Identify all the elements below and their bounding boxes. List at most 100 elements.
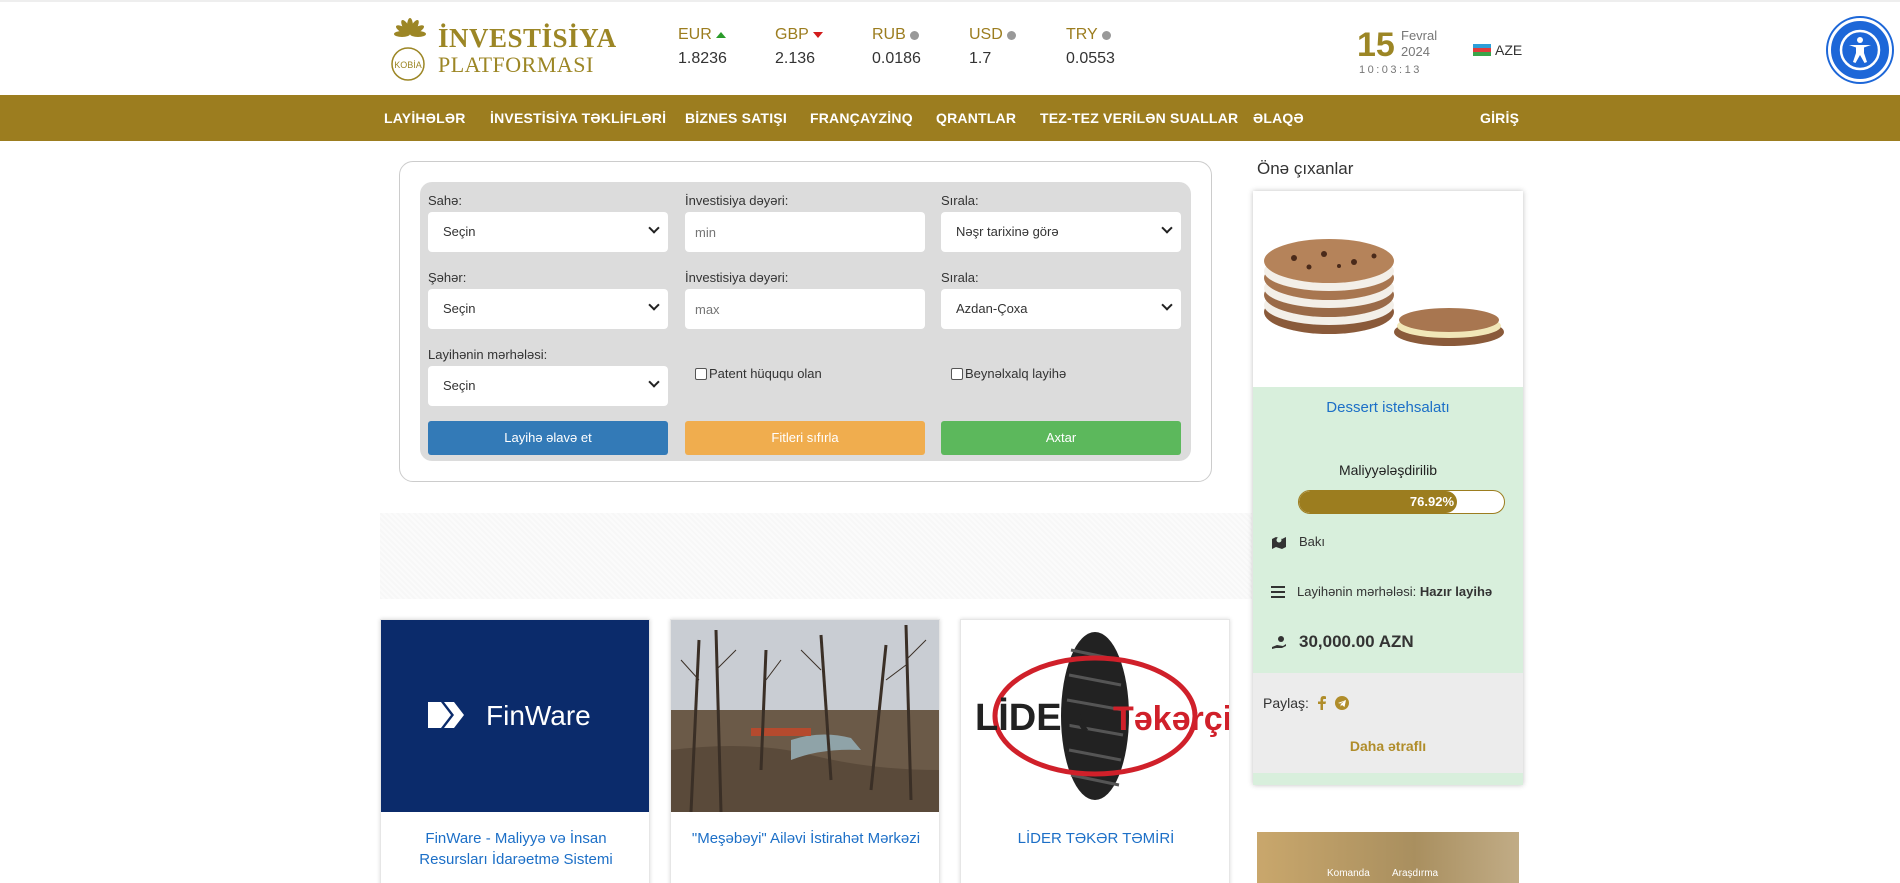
sort-order-select-value: Azdan-Çoxa — [956, 301, 1028, 316]
nav-item-projects[interactable]: LAYİHƏLƏR — [384, 95, 466, 141]
featured-footer-area — [1253, 673, 1523, 773]
logo-flower-icon: KOBİA — [388, 18, 432, 82]
project-card-lider[interactable]: LİDER Təkərçi LİDER TƏKƏR TƏMİRİ — [960, 619, 1230, 883]
logo-text: İNVESTİSİYA PLATFORMASI — [438, 22, 617, 76]
dessert-photo — [1254, 192, 1522, 386]
sort1-label: Sırala: — [941, 193, 979, 208]
share-label: Paylaş: — [1263, 695, 1309, 711]
international-checkbox[interactable]: Beynəlxalq layihə — [951, 366, 1066, 381]
project-card-meshebeyi[interactable]: "Meşəbəyi" Ailəvi İstirahət Mərkəzi — [670, 619, 940, 883]
facebook-icon[interactable] — [1317, 696, 1327, 710]
nav-item-grants[interactable]: QRANTLAR — [936, 95, 1016, 141]
checkbox-box[interactable] — [951, 367, 963, 380]
nav-item-business-sale[interactable]: BİZNES SATIŞI — [685, 95, 787, 141]
invest-min-input[interactable] — [685, 212, 925, 252]
nav-item-contact[interactable]: ƏLAQƏ — [1253, 95, 1304, 141]
reset-filters-button[interactable]: Fitleri sıfırla — [685, 421, 925, 455]
rate-gbp: GBP 2.136 — [775, 26, 872, 68]
featured-stage-label: Layihənin mərhələsi: — [1297, 584, 1417, 599]
card-title[interactable]: FinWare - Maliyyə və İnsan Resursları İd… — [391, 828, 641, 870]
funding-progress-bar: 76.92% — [1298, 490, 1505, 514]
nav-item-franchising[interactable]: FRANÇAYZİNQ — [810, 95, 913, 141]
logo-line1: İNVESTİSİYA — [438, 22, 617, 53]
rate-code: TRY — [1066, 26, 1098, 43]
featured-title[interactable]: Dessert istehsalatı — [1253, 399, 1523, 416]
stage-select[interactable]: Seçin — [428, 366, 668, 406]
featured-stage-row: Layihənin mərhələsi: Hazır layihə — [1271, 584, 1492, 599]
top-header: KOBİA İNVESTİSİYA PLATFORMASI EUR 1.8236… — [0, 0, 1900, 95]
sector-select-value: Seçin — [443, 224, 476, 239]
login-link[interactable]: GİRİŞ — [1480, 95, 1519, 141]
card-title[interactable]: LİDER TƏKƏR TƏMİRİ — [971, 828, 1221, 849]
featured-card-2-image[interactable]: Komanda Araşdırma — [1257, 832, 1519, 883]
sort-date-select-value: Nəşr tarixinə görə — [956, 224, 1059, 239]
rate-try: TRY 0.0553 — [1066, 26, 1163, 68]
chevron-down-icon — [1161, 222, 1173, 234]
language-switcher[interactable]: AZE — [1473, 42, 1522, 58]
patent-checkbox-label: Patent hüququ olan — [709, 366, 822, 381]
nav-item-faq[interactable]: TEZ-TEZ VERİLƏN SUALLAR — [1040, 95, 1238, 141]
patent-checkbox[interactable]: Patent hüququ olan — [695, 366, 822, 381]
sector-label: Sahə: — [428, 193, 462, 208]
rate-value: 0.0186 — [872, 50, 921, 67]
city-label: Şəhər: — [428, 270, 467, 285]
sort-date-select[interactable]: Nəşr tarixinə görə — [941, 212, 1181, 252]
invest-min-label: İnvestisiya dəyəri: — [685, 193, 789, 208]
share-row: Paylaş: — [1263, 695, 1349, 711]
caption-team: Komanda — [1327, 868, 1370, 879]
date-time: 10:03:13 — [1359, 64, 1422, 76]
stage-select-value: Seçin — [443, 378, 476, 393]
site-logo[interactable]: KOBİA İNVESTİSİYA PLATFORMASI — [388, 16, 616, 84]
finware-image: FinWare — [381, 620, 649, 812]
accessibility-icon — [1839, 29, 1881, 71]
chevron-down-icon — [648, 299, 660, 311]
city-select-value: Seçin — [443, 301, 476, 316]
accessibility-button[interactable] — [1828, 18, 1892, 82]
rate-code: GBP — [775, 26, 809, 43]
checkbox-box[interactable] — [695, 367, 707, 380]
telegram-icon[interactable] — [1334, 696, 1349, 710]
trend-down-icon — [812, 32, 823, 38]
lider-logo-image: LİDER Təkərçi — [961, 620, 1229, 812]
rate-usd: USD 1.7 — [969, 26, 1066, 68]
rate-rub: RUB 0.0186 — [872, 26, 969, 68]
add-project-button[interactable]: Layihə əlavə et — [428, 421, 668, 455]
rate-value: 2.136 — [775, 50, 816, 67]
invest-max-input[interactable] — [685, 289, 925, 329]
date-year: 2024 — [1401, 44, 1430, 59]
forest-photo — [671, 620, 939, 812]
svg-text:FinWare: FinWare — [486, 700, 591, 731]
sector-select[interactable]: Seçin — [428, 212, 668, 252]
sort-order-select[interactable]: Azdan-Çoxa — [941, 289, 1181, 329]
map-icon — [1272, 536, 1286, 549]
rate-value: 0.0553 — [1066, 50, 1115, 67]
list-icon — [1271, 585, 1285, 598]
featured-card[interactable]: Dessert istehsalatı Maliyyələşdirilib 76… — [1253, 191, 1523, 785]
search-button[interactable]: Axtar — [941, 421, 1181, 455]
svg-text:KOBİA: KOBİA — [394, 60, 422, 70]
card-title[interactable]: "Meşəbəyi" Ailəvi İstirahət Mərkəzi — [681, 828, 931, 849]
featured-stage-value: Hazır layihə — [1419, 584, 1493, 599]
current-date: 15 Fevral 2024 10:03:13 — [1357, 26, 1457, 81]
city-select[interactable]: Seçin — [428, 289, 668, 329]
chevron-down-icon — [1161, 299, 1173, 311]
main-nav: LAYİHƏLƏR İNVESTİSİYA TƏKLİFLƏRİ BİZNES … — [0, 95, 1900, 141]
nav-item-investment-offers[interactable]: İNVESTİSİYA TƏKLİFLƏRİ — [490, 95, 666, 141]
filter-form: Sahə: Seçin İnvestisiya dəyəri: Sırala: … — [420, 182, 1191, 461]
more-details-link[interactable]: Daha ətraflı — [1253, 738, 1523, 754]
rate-code: USD — [969, 26, 1003, 43]
rate-value: 1.8236 — [678, 50, 727, 67]
trend-up-icon — [715, 32, 726, 38]
featured-heading: Önə çıxanlar — [1257, 159, 1354, 178]
azerbaijan-flag-icon — [1473, 44, 1491, 56]
svg-text:LİDER: LİDER — [975, 697, 1089, 739]
project-card-finware[interactable]: FinWare FinWare - Maliyyə və İnsan Resur… — [380, 619, 650, 883]
currency-rates: EUR 1.8236 GBP 2.136 RUB 0.0186 USD 1.7 … — [678, 26, 1163, 68]
featured-price-row: 30,000.00 AZN — [1271, 632, 1414, 652]
featured-status: Maliyyələşdirilib — [1338, 462, 1438, 478]
progress-label: 76.92% — [1409, 494, 1454, 509]
date-month: Fevral — [1401, 28, 1438, 43]
trend-flat-icon — [909, 30, 919, 40]
rate-eur: EUR 1.8236 — [678, 26, 775, 68]
featured-info-area — [1253, 387, 1523, 673]
